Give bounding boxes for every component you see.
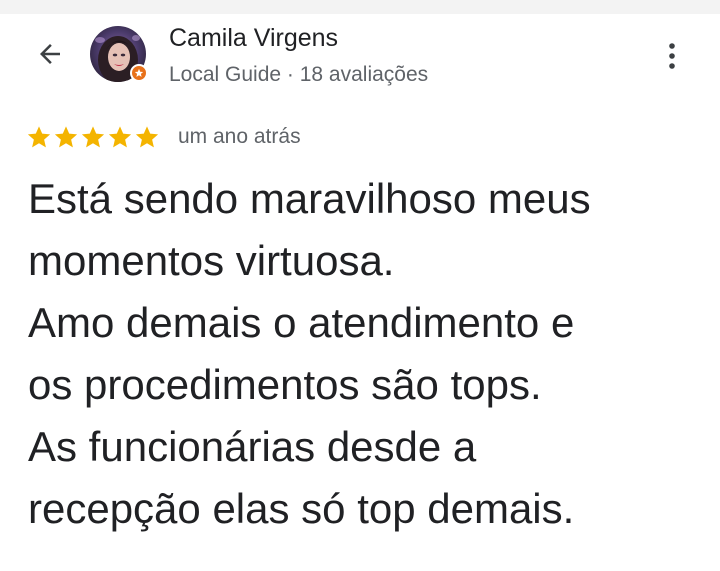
local-guide-badge <box>130 64 148 82</box>
reviewer-meta[interactable]: Local Guide · 18 avaliações <box>169 63 428 87</box>
review-time: um ano atrás <box>178 125 301 148</box>
reviewer-name[interactable]: Camila Virgens <box>169 24 338 53</box>
arrow-back-icon <box>40 44 60 64</box>
star-icon <box>108 126 132 148</box>
local-guide-star-icon <box>134 68 144 77</box>
star-icon <box>135 126 159 148</box>
star-rating <box>26 124 160 150</box>
reviewer-avatar-container <box>90 26 148 84</box>
review-text: Está sendo maravilhoso meus momentos vir… <box>28 175 591 532</box>
back-button[interactable] <box>28 32 72 76</box>
star-icon <box>81 126 105 148</box>
rating-row: um ano atrás <box>26 124 301 150</box>
star-icon <box>27 126 51 148</box>
status-strip <box>0 0 720 14</box>
more-vertical-icon <box>669 43 675 69</box>
more-options-button[interactable] <box>652 34 692 78</box>
star-icon <box>54 126 78 148</box>
